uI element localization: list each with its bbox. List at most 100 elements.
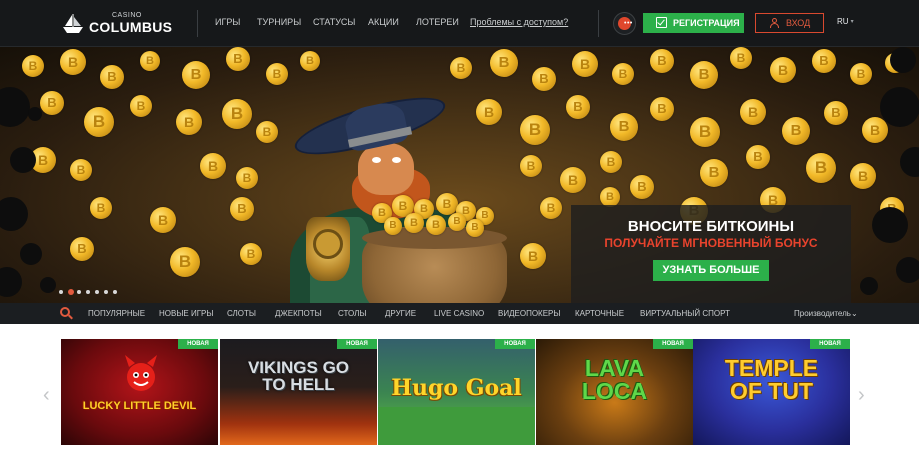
bitcoin-coin — [782, 117, 810, 145]
bitcoin-coin — [200, 153, 226, 179]
bitcoin-coin — [100, 65, 124, 89]
bitcoin-coin — [812, 49, 836, 73]
ink-blot — [860, 277, 878, 295]
carousel-prev-arrow-icon[interactable]: ‹ — [43, 384, 50, 407]
promo-title: ВНОСИТЕ БИТКОИНЫ — [627, 218, 795, 235]
game-tile-hugo-goal[interactable]: Hugo Goal НОВАЯ — [378, 339, 535, 445]
bitcoin-coin — [532, 67, 556, 91]
header-divider — [598, 10, 599, 37]
category-video-poker[interactable]: ВИДЕОПОКЕРЫ — [498, 309, 560, 318]
category-virtual-sports[interactable]: ВИРТУАЛЬНЫЙ СПОРТ — [640, 309, 730, 318]
logo-big-text: COLUMBUS — [89, 19, 173, 35]
category-card-games[interactable]: КАРТОЧНЫЕ — [575, 309, 624, 318]
casino-columbus-logo[interactable]: CASINO COLUMBUS — [60, 11, 173, 37]
category-live-casino[interactable]: LIVE CASINO — [434, 309, 484, 318]
devil-icon — [125, 355, 157, 391]
bitcoin-coin — [182, 61, 210, 89]
bitcoin-coin — [426, 215, 446, 235]
hero-banner[interactable]: ВНОСИТЕ БИТКОИНЫ ПОЛУЧАЙТЕ МГНОВЕННЫЙ БО… — [0, 47, 919, 303]
nav-lotteries[interactable]: ЛОТЕРЕИ — [416, 17, 459, 27]
football-pitch — [378, 407, 535, 445]
bitcoin-coin — [266, 63, 288, 85]
bitcoin-coin — [60, 49, 86, 75]
bitcoin-coin — [850, 63, 872, 85]
search-icon[interactable] — [60, 307, 73, 320]
category-new-games[interactable]: НОВЫЕ ИГРЫ — [159, 309, 213, 318]
bitcoin-coin — [806, 153, 836, 183]
bitcoin-coin — [540, 197, 562, 219]
slider-dot[interactable] — [95, 290, 99, 294]
bitcoin-coin — [630, 175, 654, 199]
lantern-wheel — [313, 229, 343, 259]
bitcoin-coin — [140, 51, 160, 71]
slider-dot[interactable] — [113, 290, 117, 294]
bitcoin-coin — [862, 117, 888, 143]
bitcoin-coin — [600, 187, 620, 207]
bitcoin-coin — [612, 63, 634, 85]
category-popular[interactable]: ПОПУЛЯРНЫЕ — [88, 309, 145, 318]
bitcoin-coin — [256, 121, 278, 143]
category-other[interactable]: ДРУГИЕ — [385, 309, 416, 318]
bitcoin-coin — [520, 243, 546, 269]
nav-promotions[interactable]: АКЦИИ — [368, 17, 399, 27]
login-label: ВХОД — [786, 18, 811, 28]
bitcoin-coin — [690, 61, 718, 89]
ink-blot — [872, 207, 908, 243]
chevron-down-icon: ▾ — [850, 19, 854, 25]
slider-dot[interactable] — [59, 290, 63, 294]
ink-blot — [0, 87, 30, 127]
bitcoin-coin — [40, 91, 64, 115]
character-eyes — [372, 157, 404, 163]
slider-dot[interactable] — [68, 289, 74, 295]
slider-dot[interactable] — [86, 290, 90, 294]
category-jackpots[interactable]: ДЖЕКПОТЫ — [275, 309, 322, 318]
ink-blot — [10, 147, 36, 173]
bitcoin-coin — [70, 159, 92, 181]
access-problems-link[interactable]: Проблемы с доступом? — [470, 17, 568, 27]
checkbox-icon — [656, 17, 667, 28]
nav-statuses[interactable]: СТАТУСЫ — [313, 17, 355, 27]
bitcoin-coin — [230, 197, 254, 221]
bitcoin-coin — [176, 109, 202, 135]
bitcoin-coin — [700, 159, 728, 187]
bitcoin-coin — [404, 213, 424, 233]
category-tables[interactable]: СТОЛЫ — [338, 309, 367, 318]
site-header: CASINO COLUMBUS ИГРЫ ТУРНИРЫ СТАТУСЫ АКЦ… — [0, 0, 919, 47]
game-tile-temple-of-tut[interactable]: TEMPLE OF TUT НОВАЯ — [693, 339, 850, 445]
slider-dot[interactable] — [77, 290, 81, 294]
character-face — [358, 143, 414, 195]
nav-games[interactable]: ИГРЫ — [215, 17, 240, 27]
games-carousel: ‹ LUCKY LITTLE DEVIL НОВАЯ VIKINGS GO TO… — [0, 324, 919, 449]
register-button[interactable]: РЕГИСТРАЦИЯ — [643, 13, 744, 33]
carousel-next-arrow-icon[interactable]: › — [858, 384, 865, 407]
bitcoin-coin — [84, 107, 114, 137]
bitcoin-coin — [560, 167, 586, 193]
bitcoin-coin — [520, 115, 550, 145]
bitcoin-coin — [222, 99, 252, 129]
nav-tournaments[interactable]: ТУРНИРЫ — [257, 17, 301, 27]
chat-button[interactable]: ••• — [613, 12, 636, 35]
bitcoin-coin — [520, 155, 542, 177]
learn-more-button[interactable]: УЗНАТЬ БОЛЬШЕ — [653, 260, 769, 281]
game-tile-vikings-go-to-hell[interactable]: VIKINGS GO TO HELL НОВАЯ — [220, 339, 377, 445]
bitcoin-coin — [436, 193, 458, 215]
category-bar: ПОПУЛЯРНЫЕ НОВЫЕ ИГРЫ СЛОТЫ ДЖЕКПОТЫ СТО… — [0, 303, 919, 324]
bitcoin-coin — [690, 117, 720, 147]
game-tile-lava-loca[interactable]: LAVA LOCA НОВАЯ — [536, 339, 693, 445]
game-tile-lucky-little-devil[interactable]: LUCKY LITTLE DEVIL НОВАЯ — [61, 339, 218, 445]
bitcoin-coin — [490, 49, 518, 77]
slider-dot[interactable] — [104, 290, 108, 294]
game-title: LUCKY LITTLE DEVIL — [82, 400, 197, 412]
new-badge: НОВАЯ — [810, 339, 850, 349]
ship-emblem-icon — [63, 14, 83, 33]
language-selector[interactable]: RU ▾ — [837, 17, 854, 26]
bitcoin-coin — [466, 219, 484, 237]
game-title: VIKINGS GO TO HELL — [247, 358, 350, 394]
bitcoin-coin — [850, 163, 876, 189]
bitcoin-coin — [170, 247, 200, 277]
category-slots[interactable]: СЛОТЫ — [227, 309, 256, 318]
login-button[interactable]: ВХОД — [755, 13, 824, 33]
user-icon — [770, 18, 779, 28]
provider-filter[interactable]: Производитель⌄ — [794, 309, 858, 318]
bitcoin-coin — [384, 217, 402, 235]
